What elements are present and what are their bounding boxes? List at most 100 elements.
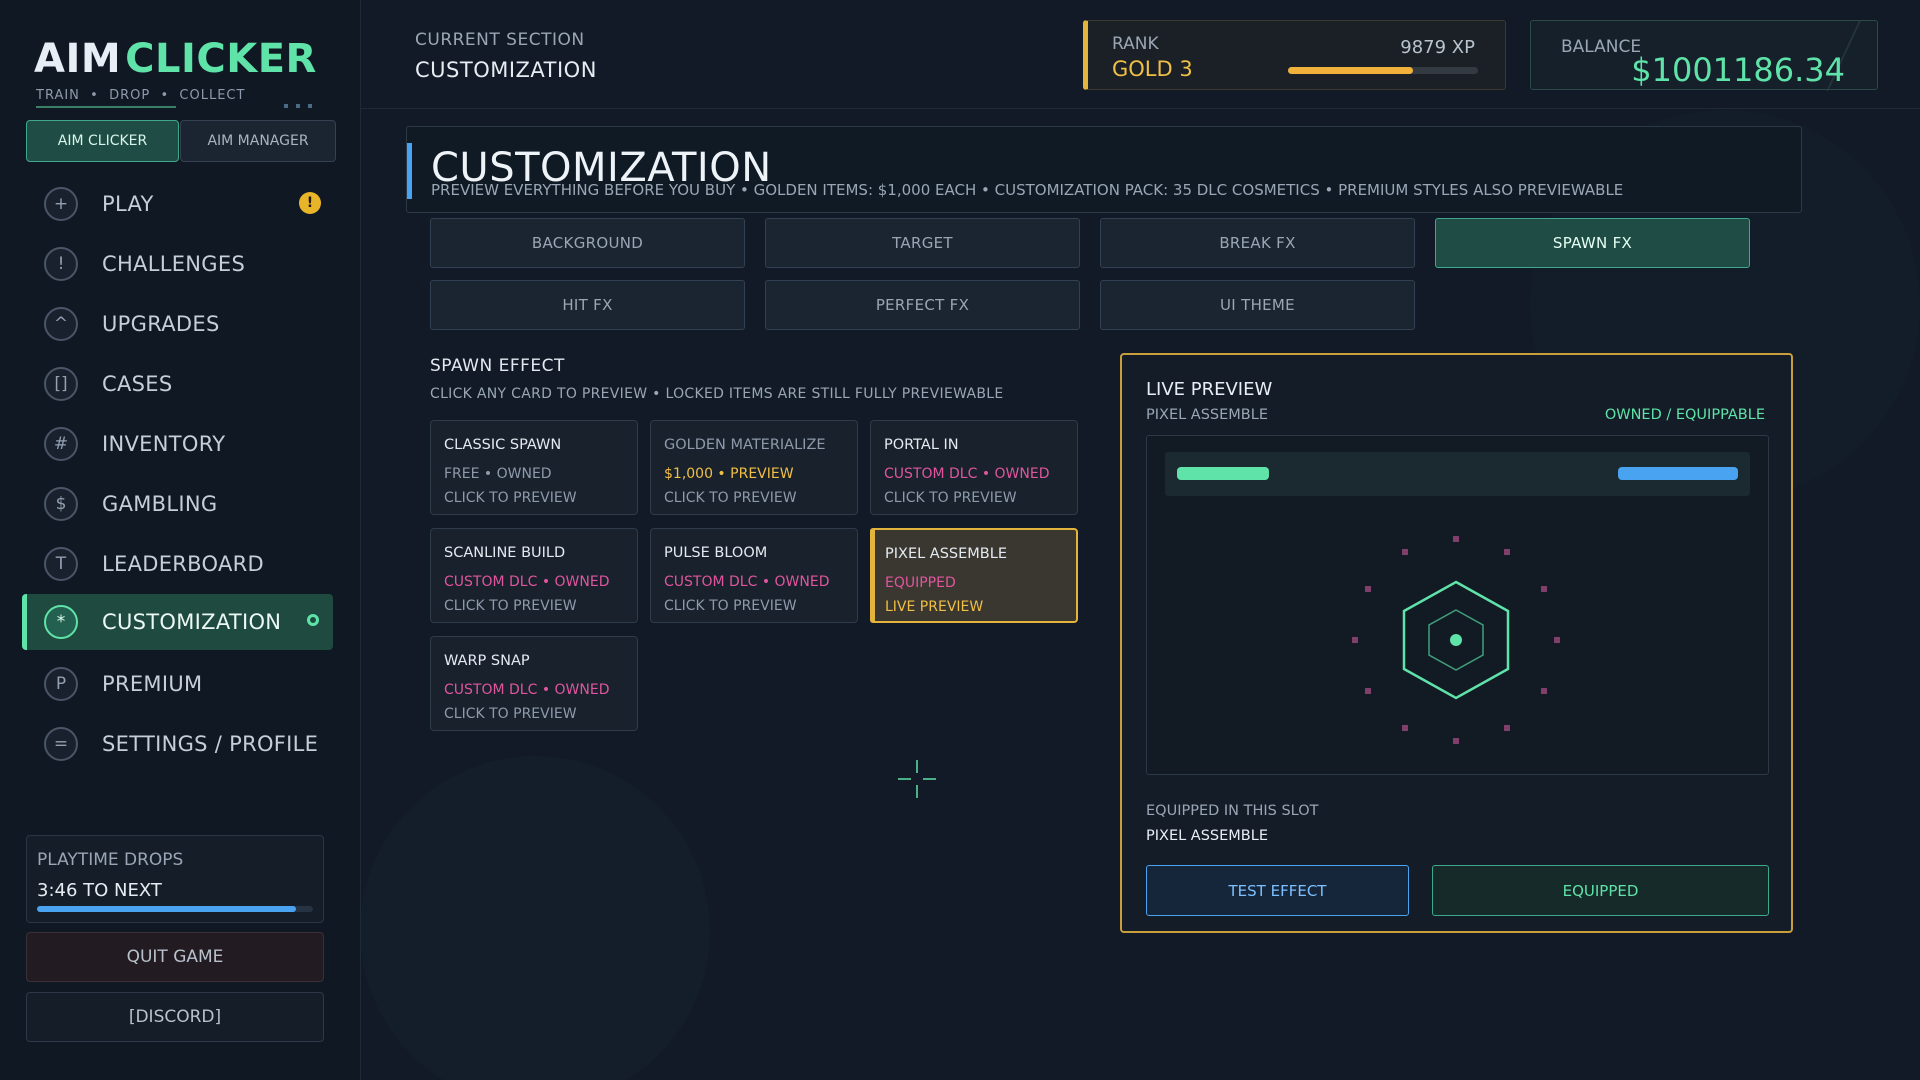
playtime-progress-fill [37, 906, 297, 912]
header-divider [361, 108, 1920, 109]
logo-dots-decor [284, 104, 320, 108]
rank-value: GOLD 3 [1112, 57, 1193, 81]
effect-card-warp-snap[interactable]: WARP SNAP CUSTOM DLC • OWNED CLICK TO PR… [430, 636, 638, 731]
balance-label: BALANCE [1561, 37, 1642, 57]
effect-card-classic-spawn[interactable]: CLASSIC SPAWN FREE • OWNED CLICK TO PREV… [430, 420, 638, 515]
effect-card-pixel-assemble[interactable]: PIXEL ASSEMBLE EQUIPPED LIVE PREVIEW [870, 528, 1078, 623]
tab-break-fx[interactable]: BREAK FX [1100, 218, 1415, 268]
premium-icon: P [44, 667, 78, 701]
sidebar-item-label: CASES [102, 372, 173, 396]
card-hint: CLICK TO PREVIEW [444, 706, 577, 722]
card-status: CUSTOM DLC • OWNED [664, 574, 830, 590]
rank-progress-bar [1288, 67, 1478, 74]
sidebar-item-play[interactable]: + PLAY ! [22, 178, 333, 230]
page-subtitle: PREVIEW EVERYTHING BEFORE YOU BUY • GOLD… [431, 181, 1624, 199]
playtime-title: PLAYTIME DROPS [37, 850, 184, 870]
sidebar-item-challenges[interactable]: ! CHALLENGES [22, 238, 333, 290]
sidebar-item-premium[interactable]: P PREMIUM [22, 658, 333, 710]
current-section-value: CUSTOMIZATION [415, 58, 597, 82]
balance-value: $1001186.34 [1631, 51, 1845, 89]
sidebar-item-label: PREMIUM [102, 672, 203, 696]
sidebar-item-label: GAMBLING [102, 492, 218, 516]
logo-part-clicker: CLICKER [125, 36, 317, 82]
sidebar-item-label: INVENTORY [102, 432, 226, 456]
quit-game-button[interactable]: QUIT GAME [26, 932, 324, 982]
effect-card-scanline-build[interactable]: SCANLINE BUILD CUSTOM DLC • OWNED CLICK … [430, 528, 638, 623]
tab-hit-fx[interactable]: HIT FX [430, 280, 745, 330]
aim-clicker-mode-button[interactable]: AIM CLICKER [26, 120, 179, 162]
dollar-icon: $ [44, 487, 78, 521]
menu-icon: = [44, 727, 78, 761]
live-preview-panel: LIVE PREVIEW PIXEL ASSEMBLE OWNED / EQUI… [1120, 353, 1793, 933]
sidebar-item-settings-profile[interactable]: = SETTINGS / PROFILE [22, 718, 333, 770]
card-name: GOLDEN MATERIALIZE [664, 437, 826, 453]
preview-ownership-status: OWNED / EQUIPPABLE [1604, 407, 1765, 423]
game-logo: AIM CLICKER [34, 36, 317, 82]
rank-label: RANK [1112, 34, 1159, 54]
active-indicator-dot [307, 614, 319, 626]
rank-card: RANK GOLD 3 9879 XP [1083, 20, 1506, 90]
background-decor-circle [360, 756, 710, 1080]
sidebar-item-customization[interactable]: * CUSTOMIZATION [22, 594, 333, 650]
sidebar-item-cases[interactable]: [] CASES [22, 358, 333, 410]
equipped-button[interactable]: EQUIPPED [1432, 865, 1769, 916]
playtime-countdown: 3:46 TO NEXT [37, 880, 162, 901]
sidebar-item-label: LEADERBOARD [102, 552, 264, 576]
aim-manager-mode-button[interactable]: AIM MANAGER [180, 120, 336, 162]
caret-up-icon: ^ [44, 307, 78, 341]
section-subtitle: CLICK ANY CARD TO PREVIEW • LOCKED ITEMS… [430, 386, 1004, 402]
equipped-slot-label: EQUIPPED IN THIS SLOT [1146, 803, 1319, 819]
effect-card-golden-materialize[interactable]: GOLDEN MATERIALIZE $1,000 • PREVIEW CLIC… [650, 420, 858, 515]
trophy-letter-icon: T [44, 547, 78, 581]
brackets-icon: [] [44, 367, 78, 401]
tab-ui-theme[interactable]: UI THEME [1100, 280, 1415, 330]
logo-underline [36, 106, 176, 108]
card-status: EQUIPPED [885, 575, 956, 591]
card-hint: CLICK TO PREVIEW [884, 490, 1017, 506]
tab-background[interactable]: BACKGROUND [430, 218, 745, 268]
tab-spawn-fx[interactable]: SPAWN FX [1435, 218, 1750, 268]
test-effect-button[interactable]: TEST EFFECT [1146, 865, 1409, 916]
card-hint: CLICK TO PREVIEW [444, 490, 577, 506]
title-accent-bar [407, 143, 412, 199]
sidebar-item-label: SETTINGS / PROFILE [102, 732, 319, 756]
card-status: CUSTOM DLC • OWNED [444, 574, 610, 590]
exclamation-icon: ! [44, 247, 78, 281]
sidebar-item-gambling[interactable]: $ GAMBLING [22, 478, 333, 530]
logo-tagline: TRAIN • DROP • COLLECT [36, 88, 246, 103]
card-status: CUSTOM DLC • OWNED [444, 682, 610, 698]
rank-progress-fill [1288, 67, 1414, 74]
equipped-slot-value: PIXEL ASSEMBLE [1146, 828, 1268, 844]
sidebar: AIM CLICKER TRAIN • DROP • COLLECT AIM CL… [0, 0, 361, 1080]
card-name: PIXEL ASSEMBLE [885, 546, 1007, 562]
card-name: CLASSIC SPAWN [444, 437, 562, 453]
tab-perfect-fx[interactable]: PERFECT FX [765, 280, 1080, 330]
discord-button[interactable]: [DISCORD] [26, 992, 324, 1042]
sidebar-item-inventory[interactable]: # INVENTORY [22, 418, 333, 470]
preview-title: LIVE PREVIEW [1146, 379, 1273, 400]
preview-item-name: PIXEL ASSEMBLE [1146, 407, 1268, 423]
current-section-label: CURRENT SECTION [415, 30, 585, 50]
effect-card-portal-in[interactable]: PORTAL IN CUSTOM DLC • OWNED CLICK TO PR… [870, 420, 1078, 515]
logo-part-aim: AIM [34, 36, 122, 82]
card-name: PULSE BLOOM [664, 545, 768, 561]
sidebar-item-leaderboard[interactable]: T LEADERBOARD [22, 538, 333, 590]
sidebar-item-upgrades[interactable]: ^ UPGRADES [22, 298, 333, 350]
effect-card-pulse-bloom[interactable]: PULSE BLOOM CUSTOM DLC • OWNED CLICK TO … [650, 528, 858, 623]
crosshair-cursor-icon [898, 760, 936, 798]
tab-target[interactable]: TARGET [765, 218, 1080, 268]
hash-icon: # [44, 427, 78, 461]
sidebar-item-label: PLAY [102, 192, 154, 216]
alert-icon: ! [299, 192, 321, 214]
sidebar-item-label: CHALLENGES [102, 252, 246, 276]
rank-xp: 9879 XP [1400, 37, 1475, 58]
playtime-drops-panel: PLAYTIME DROPS 3:46 TO NEXT [26, 835, 324, 923]
card-name: SCANLINE BUILD [444, 545, 566, 561]
star-icon: * [44, 605, 78, 639]
card-hint: CLICK TO PREVIEW [664, 598, 797, 614]
page-title-panel: CUSTOMIZATION PREVIEW EVERYTHING BEFORE … [406, 126, 1802, 213]
spawn-effect-target-icon [1352, 536, 1560, 744]
sidebar-item-label: CUSTOMIZATION [102, 610, 282, 634]
card-status: CUSTOM DLC • OWNED [884, 466, 1050, 482]
card-hint: LIVE PREVIEW [885, 599, 984, 615]
